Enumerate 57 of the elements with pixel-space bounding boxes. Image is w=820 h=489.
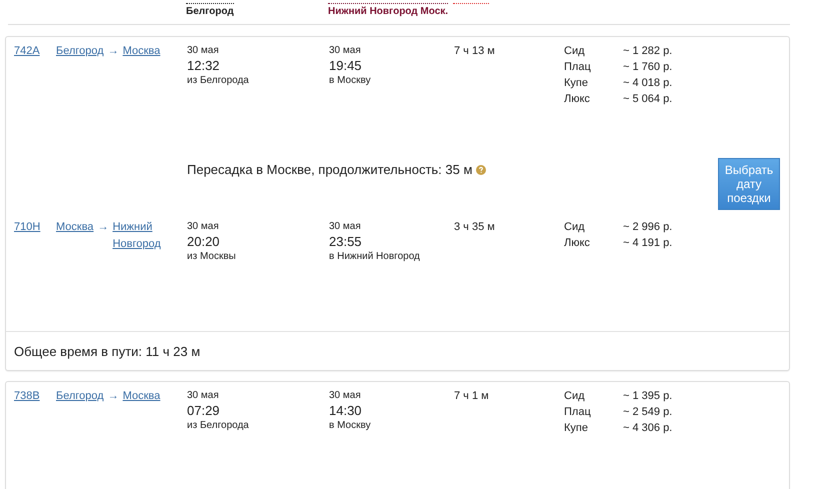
duration-text: 7 ч 13 м <box>454 45 496 57</box>
car-class-text: Сид <box>564 390 586 402</box>
car-class-text: Люкс <box>564 237 591 249</box>
total-time-text: Общее время в пути: 11 ч 23 м <box>14 344 200 358</box>
car-class-text: Плац <box>564 61 592 73</box>
station-link[interactable]: Белгород <box>56 390 104 402</box>
route-arrow: → <box>108 390 119 402</box>
date-text: 30 мая <box>329 45 361 57</box>
car-class-text: Сид <box>564 221 586 233</box>
place-text: из Белгорода <box>187 75 249 87</box>
car-class-text: Плац <box>564 406 592 418</box>
place-text: в Москву <box>329 420 371 432</box>
choose-date-button[interactable]: Выбрать дату поездки <box>718 158 780 210</box>
price-text: ~ 1 395 р. <box>623 390 672 402</box>
price-text: ~ 4 018 р. <box>623 77 672 89</box>
train-number-link[interactable]: 738В <box>14 390 56 402</box>
price-text: ~ 2 996 р. <box>623 221 672 233</box>
car-class-text: Сид <box>564 45 586 57</box>
time-text: 07:29 <box>187 402 220 420</box>
place-text: из Белгорода <box>187 420 249 432</box>
price-text: ~ 4 191 р. <box>623 237 672 249</box>
train-number-link[interactable]: 742А <box>14 45 56 57</box>
car-class-text: Купе <box>564 77 589 89</box>
price-text: ~ 1 760 р. <box>623 61 672 73</box>
route-arrow: → <box>98 221 109 233</box>
place-text: в Москву <box>329 75 371 87</box>
price-text: ~ 2 549 р. <box>623 406 672 418</box>
date-text: 30 мая <box>187 45 219 57</box>
time-text: 20:20 <box>187 233 220 251</box>
date-text: 30 мая <box>187 390 219 402</box>
station-link[interactable]: Москва <box>122 43 160 60</box>
car-class-text: Люкс <box>564 93 591 105</box>
date-text: 30 мая <box>187 221 219 233</box>
place-text: в Нижний Новгород <box>329 251 420 263</box>
station-link[interactable]: Нижний Новгород <box>112 219 173 253</box>
date-text: 30 мая <box>329 390 361 402</box>
station-link[interactable]: Белгород <box>56 45 104 57</box>
price-text: ~ 4 306 р. <box>623 422 672 434</box>
date-text: 30 мая <box>329 221 361 233</box>
price-text: ~ 1 282 р. <box>623 45 672 57</box>
time-text: 12:32 <box>187 57 220 75</box>
duration-text: 7 ч 1 м <box>454 390 490 402</box>
place-text: из Москвы <box>187 251 236 263</box>
help-icon[interactable] <box>476 165 486 175</box>
transfer-text: Пересадка в Москве, продолжительность: 35 м <box>187 162 472 177</box>
station-link[interactable]: Москва <box>122 388 160 405</box>
route-arrow: → <box>108 45 119 57</box>
station-link[interactable]: Москва <box>56 221 94 233</box>
station-label: Белгород <box>186 3 234 17</box>
time-text: 23:55 <box>329 233 362 251</box>
station-label: Нижний Новгород Моск. <box>328 3 448 17</box>
time-text: 14:30 <box>329 402 362 420</box>
car-class-text: Купе <box>564 422 589 434</box>
time-text: 19:45 <box>329 57 362 75</box>
duration-text: 3 ч 35 м <box>454 221 496 233</box>
price-text: ~ 5 064 р. <box>623 93 672 105</box>
train-number-link[interactable]: 710Н <box>14 221 56 233</box>
